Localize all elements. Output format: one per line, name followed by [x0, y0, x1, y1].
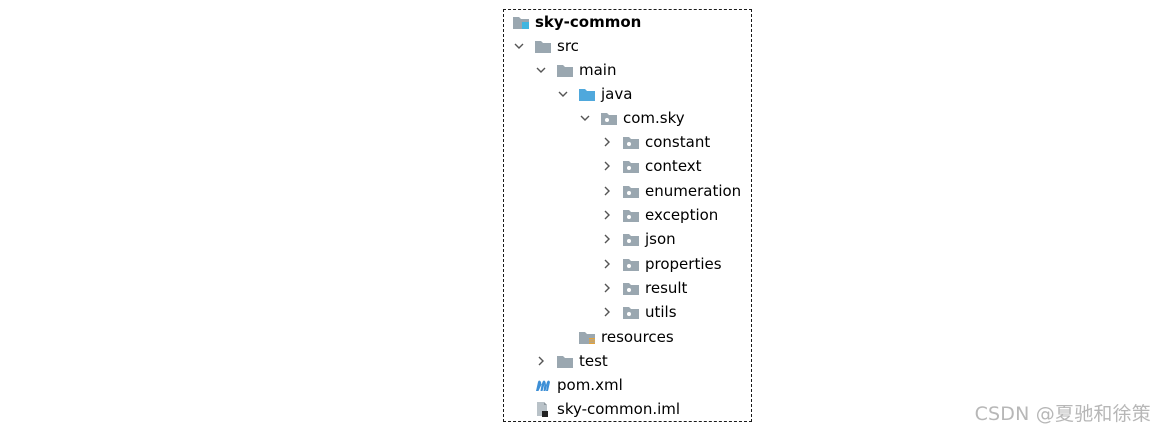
- source-root-folder-icon: [578, 86, 596, 102]
- chevron-right-icon[interactable]: [600, 257, 614, 271]
- chevron-down-icon[interactable]: [578, 111, 592, 125]
- tree-node-label: enumeration: [645, 182, 742, 200]
- tree-node-label: src: [557, 37, 579, 55]
- tree-node-label: utils: [645, 303, 677, 321]
- tree-node-label: context: [645, 157, 702, 175]
- tree-node-label: test: [579, 352, 608, 370]
- project-tree-panel: sky-common src main java com.sky constan…: [503, 9, 752, 422]
- chevron-right-icon[interactable]: [600, 232, 614, 246]
- chevron-down-icon[interactable]: [556, 87, 570, 101]
- package-icon: [622, 280, 640, 296]
- package-icon: [622, 256, 640, 272]
- tree-node-label: main: [579, 61, 617, 79]
- chevron-right-icon[interactable]: [600, 305, 614, 319]
- tree-node-package[interactable]: result: [622, 276, 687, 300]
- tree-node-test[interactable]: test: [556, 349, 608, 373]
- chevron-right-icon[interactable]: [600, 184, 614, 198]
- package-icon: [622, 304, 640, 320]
- chevron-right-icon[interactable]: [600, 135, 614, 149]
- chevron-right-icon[interactable]: [600, 281, 614, 295]
- tree-node-package[interactable]: json: [622, 227, 676, 251]
- package-icon: [622, 158, 640, 174]
- chevron-down-icon[interactable]: [512, 39, 526, 53]
- tree-node-label: java: [601, 85, 633, 103]
- tree-node-src[interactable]: src: [534, 34, 579, 58]
- tree-node-package[interactable]: utils: [622, 300, 677, 324]
- tree-node-package[interactable]: exception: [622, 203, 718, 227]
- tree-node-label: com.sky: [623, 109, 685, 127]
- package-icon: [622, 183, 640, 199]
- tree-node-label: properties: [645, 255, 722, 273]
- tree-node-label: result: [645, 279, 688, 297]
- tree-node-sky-common[interactable]: sky-common: [512, 10, 641, 34]
- folder-icon: [556, 62, 574, 78]
- watermark-text: CSDN @夏驰和徐策: [974, 403, 1151, 425]
- tree-node-label: sky-common.iml: [557, 400, 681, 418]
- package-icon: [600, 110, 618, 126]
- tree-node-package[interactable]: constant: [622, 130, 710, 154]
- tree-node-label: sky-common: [535, 13, 642, 31]
- package-icon: [622, 134, 640, 150]
- tree-node-sky-common-iml[interactable]: sky-common.iml: [534, 397, 680, 421]
- tree-node-package[interactable]: properties: [622, 252, 722, 276]
- tree-node-com-sky[interactable]: com.sky: [600, 106, 685, 130]
- iml-file-icon: [534, 401, 552, 417]
- module-folder-icon: [512, 14, 530, 30]
- tree-node-java[interactable]: java: [578, 82, 632, 106]
- tree-node-label: resources: [601, 328, 674, 346]
- tree-node-pom-xml[interactable]: pom.xml: [534, 373, 623, 397]
- folder-icon: [534, 38, 552, 54]
- chevron-down-icon[interactable]: [534, 63, 548, 77]
- tree-node-main[interactable]: main: [556, 58, 616, 82]
- package-icon: [622, 231, 640, 247]
- tree-node-label: exception: [645, 206, 719, 224]
- package-icon: [622, 207, 640, 223]
- tree-node-label: pom.xml: [557, 376, 623, 394]
- chevron-right-icon[interactable]: [534, 354, 548, 368]
- tree-node-resources[interactable]: resources: [578, 325, 674, 349]
- tree-node-package[interactable]: enumeration: [622, 179, 741, 203]
- tree-node-package[interactable]: context: [622, 154, 702, 178]
- tree-node-label: constant: [645, 133, 711, 151]
- chevron-right-icon[interactable]: [600, 208, 614, 222]
- chevron-right-icon[interactable]: [600, 159, 614, 173]
- resources-folder-icon: [578, 329, 596, 345]
- folder-icon: [556, 353, 574, 369]
- maven-icon: [534, 377, 552, 393]
- tree-node-label: json: [645, 230, 676, 248]
